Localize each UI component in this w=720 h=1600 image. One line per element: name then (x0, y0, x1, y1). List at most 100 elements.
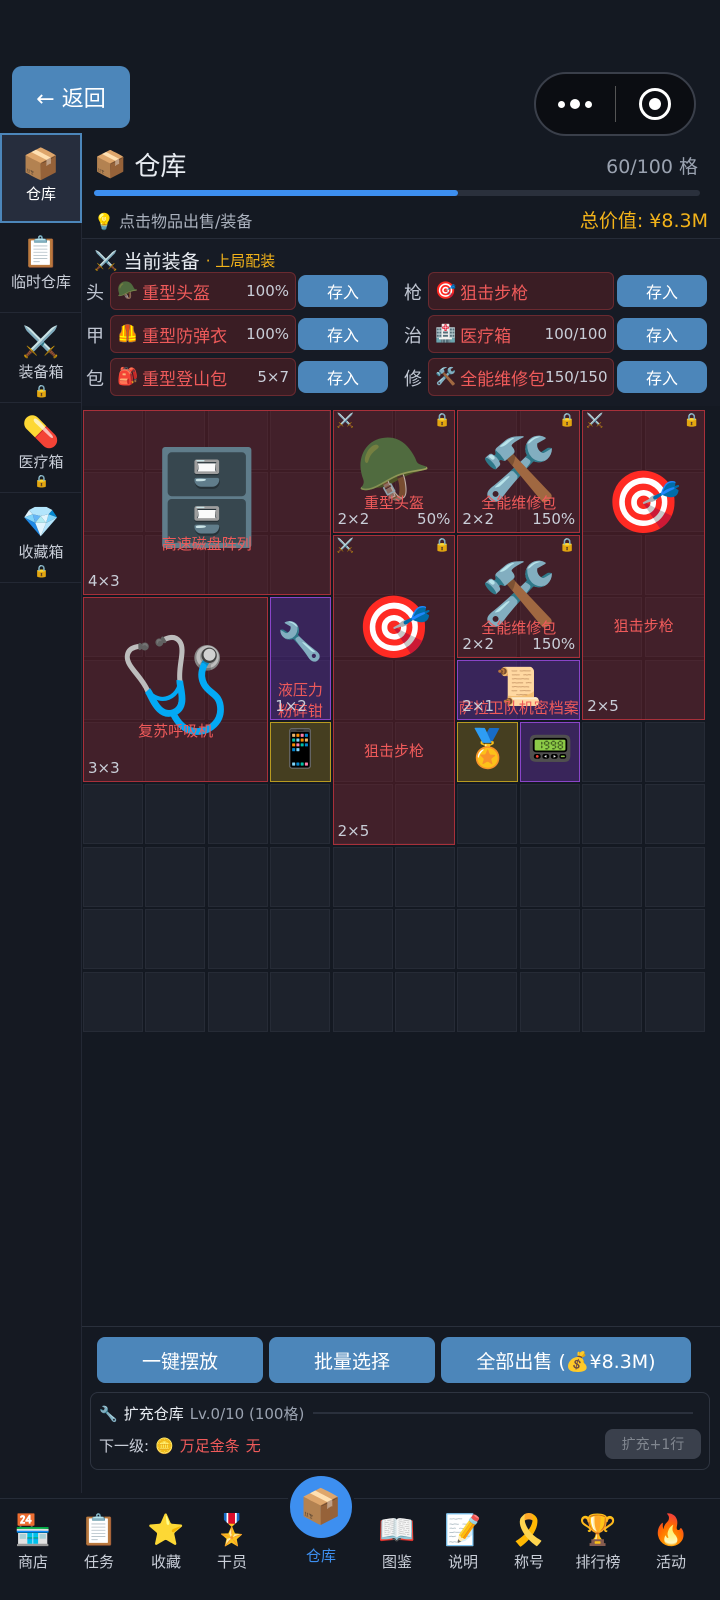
tab-7[interactable]: 🎗️ 称号 (496, 1511, 562, 1572)
back-button[interactable]: ← 返回 (12, 66, 130, 128)
grid-cell[interactable] (519, 971, 580, 1032)
store-button[interactable]: 存入 (298, 275, 388, 307)
inventory-item[interactable]: 🎯 ⚔️ 🔒 狙击步枪 2×5 (582, 410, 705, 720)
grid-cell[interactable] (395, 971, 455, 1032)
tab-icon: 🏪 (14, 1513, 52, 1548)
loadout-subtitle[interactable]: · 上局配装 (206, 250, 276, 271)
equip-item-value: 5×7 (257, 368, 289, 386)
grid-cell[interactable] (83, 909, 143, 970)
grid-cell[interactable] (582, 846, 643, 907)
sidebar-item-label: 医疗箱 (18, 453, 64, 471)
grid-cell[interactable] (207, 846, 268, 907)
store-button[interactable]: 存入 (298, 318, 388, 350)
box-icon: 📦 (22, 147, 60, 182)
grid-cell[interactable] (207, 784, 268, 845)
inventory-item[interactable]: 🛠️ 🔒 全能维修包 2×2 150% (457, 410, 581, 533)
auto-arrange-button[interactable]: 一键摆放 (97, 1337, 263, 1383)
grid-cell[interactable] (519, 846, 580, 907)
grid-cell[interactable] (332, 846, 393, 907)
tab-8[interactable]: 🏆 排行榜 (565, 1511, 631, 1572)
equip-slot-left-2[interactable]: 🎒 重型登山包 5×7 (110, 358, 296, 396)
store-button[interactable]: 存入 (298, 361, 388, 393)
equip-slot-right-1[interactable]: 🏥 医疗箱 100/100 (428, 315, 614, 353)
grid-cell[interactable] (582, 971, 643, 1032)
sidebar-item-temp-warehouse[interactable]: 📋 临时仓库 (0, 223, 82, 313)
grid-cell[interactable] (270, 846, 331, 907)
tab-5[interactable]: 📖 图鉴 (364, 1511, 430, 1572)
store-button[interactable]: 存入 (617, 361, 707, 393)
tab-9[interactable]: 🔥 活动 (638, 1511, 704, 1572)
inventory-item[interactable]: 🎯 ⚔️ 🔒 狙击步枪 2×5 (332, 534, 456, 845)
close-miniprogram-icon[interactable] (616, 88, 695, 120)
grid-cell[interactable] (145, 909, 206, 970)
inventory-item[interactable]: 🏅 (457, 722, 518, 783)
grid-cell[interactable] (395, 846, 455, 907)
grid-cell[interactable] (457, 784, 518, 845)
hint-text: 💡 点击物品出售/装备 (94, 212, 253, 231)
tab-label: 图鉴 (381, 1553, 412, 1571)
grid-cell[interactable] (395, 909, 455, 970)
grid-cell[interactable] (519, 784, 580, 845)
equip-item-icon: 🏥 (435, 324, 457, 344)
batch-select-button[interactable]: 批量选择 (269, 1337, 435, 1383)
equip-slot-left-0[interactable]: 🪖 重型头盔 100% (110, 272, 296, 310)
sidebar-item-medical-box[interactable]: 💊 医疗箱 🔒 (0, 403, 82, 493)
grid-cell[interactable] (145, 784, 206, 845)
diamond-icon: 💎 (22, 505, 60, 540)
sell-all-button[interactable]: 全部出售 (💰¥8.3M) (441, 1337, 691, 1383)
grid-cell[interactable] (270, 971, 331, 1032)
grid-cell[interactable] (582, 784, 643, 845)
crossed-swords-icon: ⚔️ (94, 250, 118, 272)
tab-4[interactable]: 📦 仓库 (281, 1473, 361, 1566)
page-title-text: 仓库 (134, 152, 187, 182)
more-menu-icon[interactable] (536, 74, 615, 134)
inventory-item[interactable]: 🔧 液压力粉碎钳 1×2 (270, 597, 331, 720)
grid-cell[interactable] (457, 846, 518, 907)
inventory-item[interactable]: 🪖 ⚔️ 🔒 重型头盔 2×2 50% (332, 410, 456, 533)
grid-cell[interactable] (644, 909, 705, 970)
inventory-item[interactable]: 🛠️ 🔒 全能维修包 2×2 150% (457, 534, 581, 658)
grid-cell[interactable] (145, 846, 206, 907)
inventory-item[interactable]: 📱 (270, 722, 331, 783)
equip-slot-right-2[interactable]: 🛠️ 全能维修包 150/150 (428, 358, 614, 396)
equip-slot-right-0[interactable]: 🎯 狙击步枪 (428, 272, 614, 310)
equip-slot-left-1[interactable]: 🦺 重型防弹衣 100% (110, 315, 296, 353)
tab-0[interactable]: 🏪 商店 (0, 1511, 66, 1572)
inventory-item[interactable]: 📜 萨拉卫队机密档案 2×1 (457, 659, 581, 720)
inventory-item[interactable]: 🩺 复苏呼吸机 3×3 (83, 597, 269, 783)
grid-cell[interactable] (519, 909, 580, 970)
grid-cell[interactable] (270, 909, 331, 970)
grid-cell[interactable] (644, 846, 705, 907)
sidebar-item-collection-box[interactable]: 💎 收藏箱 🔒 (0, 493, 82, 583)
sidebar-item-label: 装备箱 (18, 363, 64, 381)
grid-cell[interactable] (457, 971, 518, 1032)
grid-cell[interactable] (145, 971, 206, 1032)
sidebar-item-warehouse[interactable]: 📦 仓库 (0, 133, 82, 223)
grid-cell[interactable] (83, 784, 143, 845)
inventory-item[interactable]: 📟 (519, 722, 581, 783)
item-durability: 150% (532, 634, 576, 653)
grid-cell[interactable] (207, 971, 268, 1032)
grid-cell[interactable] (644, 784, 705, 845)
grid-cell[interactable] (582, 909, 643, 970)
grid-cell[interactable] (207, 909, 268, 970)
grid-cell[interactable] (83, 846, 143, 907)
bottom-tab-bar: 🏪 商店 📋 任务 ⭐ 收藏 🎖️ 干员 📦 仓库 📖 图鉴 📝 说明 🎗️ 称号 🏆 排行榜 🔥 活动 (0, 1473, 720, 1600)
tab-6[interactable]: 📝 说明 (430, 1511, 496, 1572)
grid-cell[interactable] (270, 784, 331, 845)
store-button[interactable]: 存入 (617, 318, 707, 350)
grid-cell[interactable] (457, 909, 518, 970)
tab-2[interactable]: ⭐ 收藏 (133, 1511, 199, 1572)
tab-1[interactable]: 📋 任务 (66, 1511, 132, 1572)
sidebar-item-equipment-box[interactable]: ⚔️ 装备箱 🔒 (0, 313, 82, 403)
grid-cell[interactable] (582, 722, 643, 782)
grid-cell[interactable] (332, 909, 393, 970)
expand-button[interactable]: 扩充+1行 (605, 1429, 701, 1459)
store-button[interactable]: 存入 (617, 275, 707, 307)
grid-cell[interactable] (644, 722, 705, 782)
grid-cell[interactable] (83, 971, 143, 1032)
inventory-item[interactable]: 🗄️ 高速磁盘阵列 4×3 (83, 410, 331, 596)
grid-cell[interactable] (332, 971, 393, 1032)
grid-cell[interactable] (644, 971, 705, 1032)
tab-3[interactable]: 🎖️ 干员 (199, 1511, 265, 1572)
